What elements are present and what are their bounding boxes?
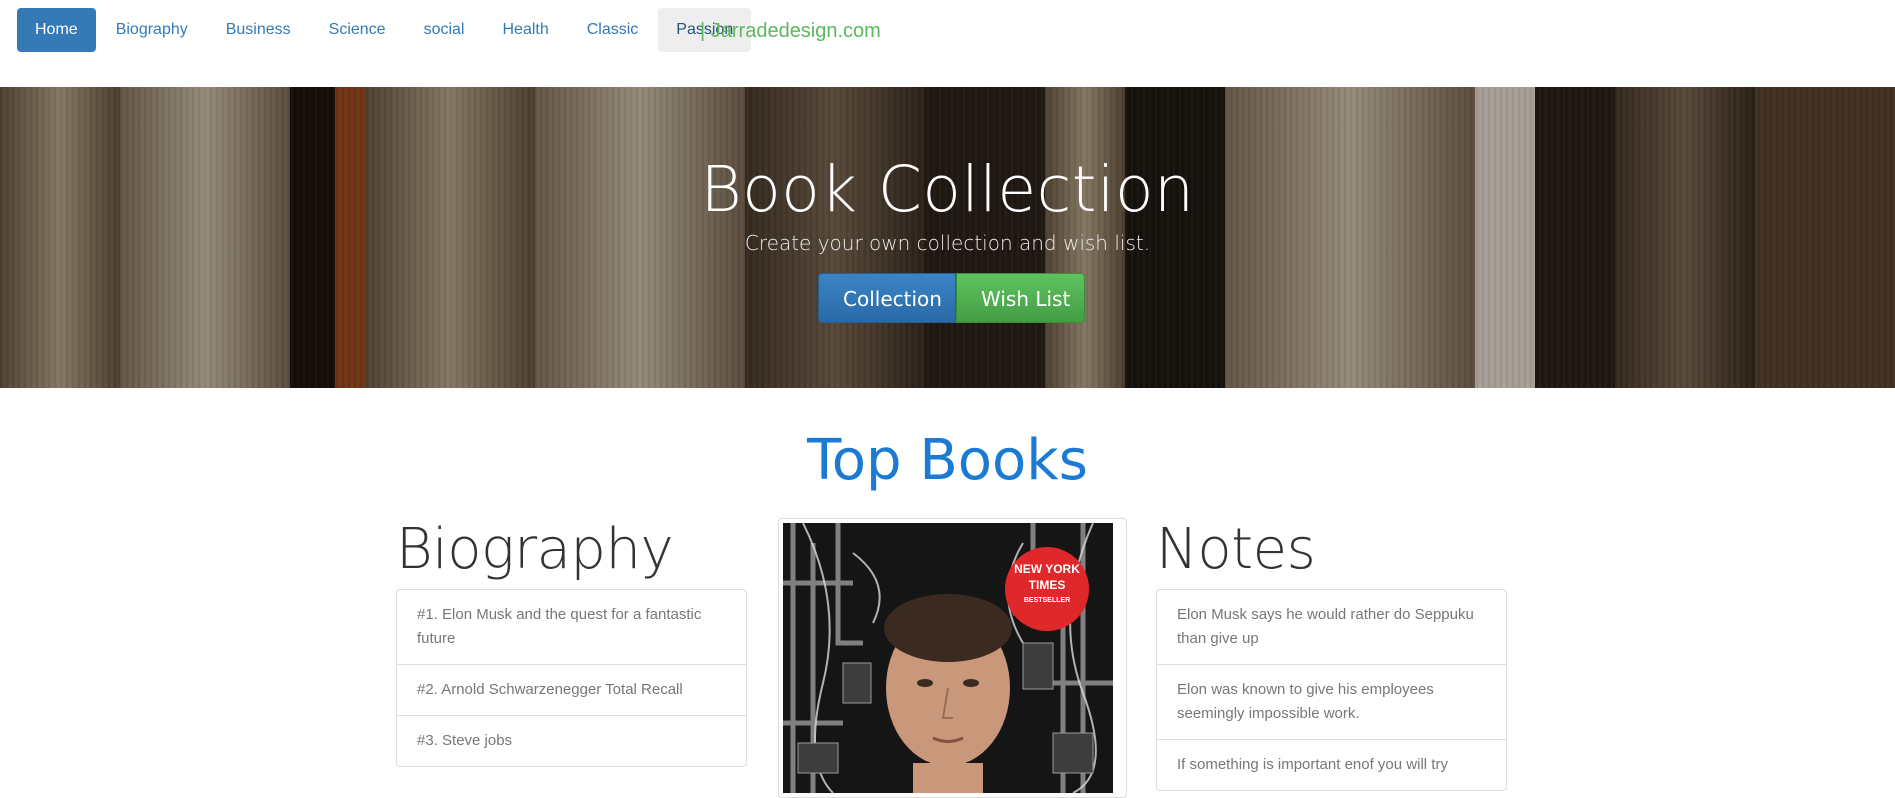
list-item[interactable]: #1. Elon Musk and the quest for a fantas… [397,590,746,665]
badge-line-1: NEW YORK [1014,562,1080,576]
nav-item-science[interactable]: Science [311,8,404,52]
nav-item-classic[interactable]: Classic [569,8,657,52]
top-navbar: Home Biography Business Science social H… [0,0,1895,87]
hero-subtitle: Create your own collection and wish list… [744,231,1151,255]
nav-item-health[interactable]: Health [484,8,566,52]
notes-list: Elon Musk says he would rather do Seppuk… [1156,589,1507,791]
nav-item-biography[interactable]: Biography [98,8,206,52]
list-item[interactable]: Elon was known to give his employees see… [1157,665,1506,740]
list-item[interactable]: If something is important enof you will … [1157,740,1506,790]
badge-line-2: TIMES [1028,578,1066,592]
badge-line-3: BESTSELLER [1023,597,1071,604]
nav-item-social[interactable]: social [406,8,483,52]
nav-item-home[interactable]: Home [17,8,96,52]
notes-heading: Notes [1156,517,1316,582]
biography-list: #1. Elon Musk and the quest for a fantas… [396,589,747,767]
top-books-title: Top Books [807,428,1088,493]
hero-title: Book Collection [700,153,1195,226]
nav-item-business[interactable]: Business [208,8,309,52]
nav-list: Home Biography Business Science social H… [17,8,752,52]
hero-banner: Book Collection Create your own collecti… [0,87,1895,388]
list-item[interactable]: #2. Arnold Schwarzenegger Total Recall [397,665,746,716]
book-cover-image: NEW YORK TIMES BESTSELLER [783,523,1113,793]
list-item[interactable]: Elon Musk says he would rather do Seppuk… [1157,590,1506,665]
bestseller-badge-text: NEW YORK TIMES BESTSELLER [1005,561,1089,609]
wish-list-button[interactable]: Wish List [956,273,1085,323]
brand-link[interactable]: | Jarradedesign.com [700,20,881,43]
hero-button-group: Collection Wish List [818,273,1085,323]
list-item[interactable]: #3. Steve jobs [397,716,746,766]
biography-heading: Biography [396,517,674,582]
book-thumbnail[interactable]: NEW YORK TIMES BESTSELLER [778,518,1127,798]
collection-button[interactable]: Collection [818,273,956,323]
